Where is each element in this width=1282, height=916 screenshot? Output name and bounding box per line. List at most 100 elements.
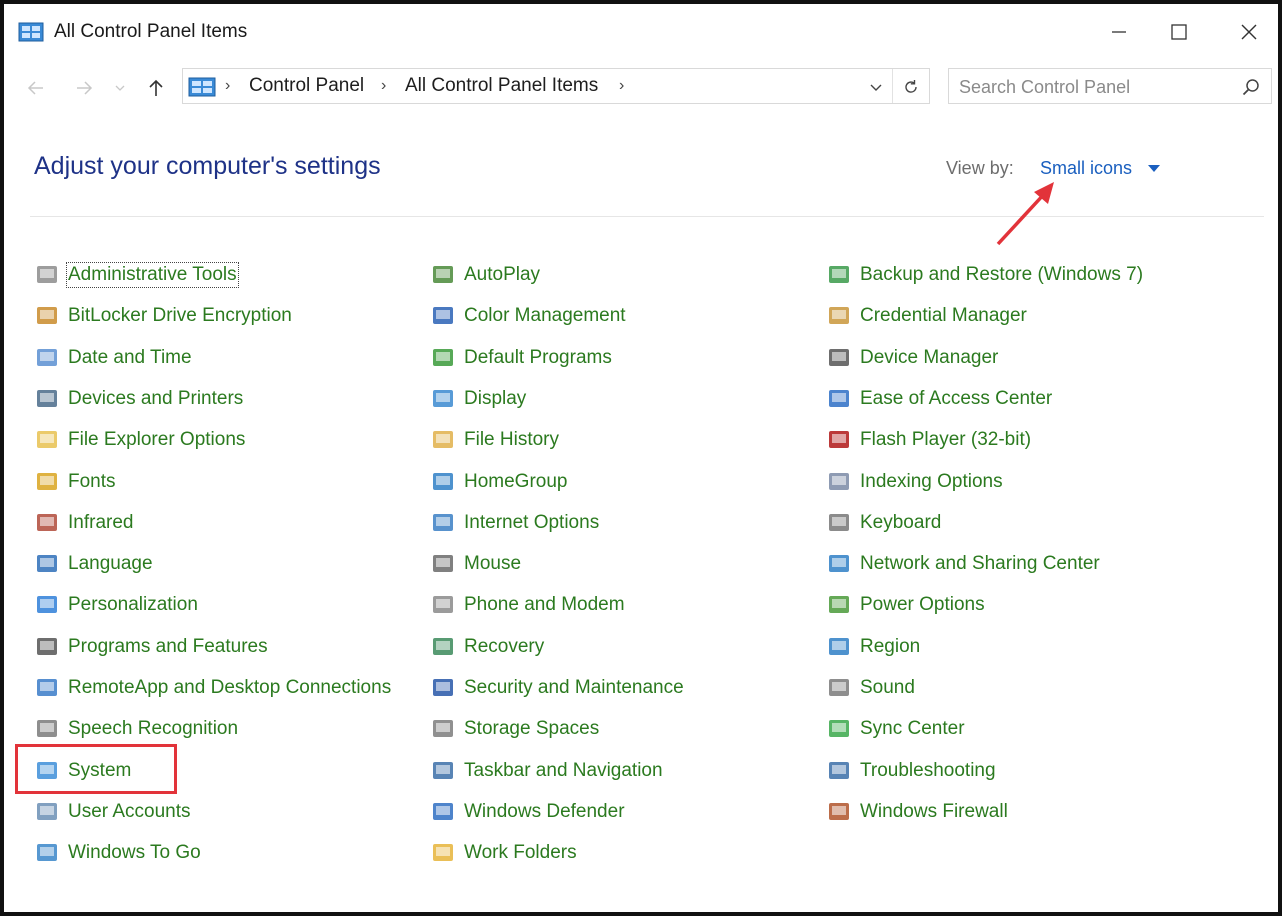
item-label[interactable]: Work Folders [464, 842, 577, 864]
up-button[interactable] [142, 74, 170, 102]
control-panel-item-windows-to-go[interactable]: Windows To Go [34, 838, 201, 868]
item-label[interactable]: Backup and Restore (Windows 7) [860, 264, 1143, 286]
control-panel-item-homegroup[interactable]: HomeGroup [430, 467, 568, 497]
item-label[interactable]: Personalization [68, 594, 198, 616]
item-label[interactable]: Keyboard [860, 512, 941, 534]
refresh-button[interactable] [899, 75, 923, 99]
item-label[interactable]: Fonts [68, 471, 116, 493]
control-panel-item-internet-options[interactable]: Internet Options [430, 508, 599, 538]
item-label[interactable]: Mouse [464, 553, 521, 575]
close-button[interactable] [1226, 12, 1272, 52]
control-panel-item-programs-and-features[interactable]: Programs and Features [34, 632, 268, 662]
item-label[interactable]: Speech Recognition [68, 718, 238, 740]
item-label[interactable]: Device Manager [860, 347, 998, 369]
control-panel-item-autoplay[interactable]: AutoPlay [430, 260, 540, 290]
control-panel-item-ease-of-access-center[interactable]: Ease of Access Center [826, 384, 1052, 414]
item-label[interactable]: Indexing Options [860, 471, 1003, 493]
item-label[interactable]: Sound [860, 677, 915, 699]
control-panel-item-user-accounts[interactable]: User Accounts [34, 797, 191, 827]
item-label[interactable]: Ease of Access Center [860, 388, 1052, 410]
control-panel-item-backup-and-restore-windows-7[interactable]: Backup and Restore (Windows 7) [826, 260, 1143, 290]
control-panel-item-network-and-sharing-center[interactable]: Network and Sharing Center [826, 549, 1100, 579]
item-label[interactable]: Taskbar and Navigation [464, 760, 663, 782]
control-panel-item-remoteapp-and-desktop-connections[interactable]: RemoteApp and Desktop Connections [34, 673, 391, 703]
control-panel-item-indexing-options[interactable]: Indexing Options [826, 467, 1003, 497]
control-panel-item-taskbar-and-navigation[interactable]: Taskbar and Navigation [430, 756, 663, 786]
item-label[interactable]: Date and Time [68, 347, 192, 369]
control-panel-item-troubleshooting[interactable]: Troubleshooting [826, 756, 996, 786]
minimize-button[interactable] [1096, 12, 1142, 52]
item-label[interactable]: Devices and Printers [68, 388, 243, 410]
breadcrumb-separator[interactable]: › [225, 77, 230, 95]
control-panel-item-color-management[interactable]: Color Management [430, 301, 626, 331]
item-label[interactable]: Display [464, 388, 526, 410]
control-panel-item-personalization[interactable]: Personalization [34, 590, 198, 620]
chevron-down-icon[interactable] [867, 78, 885, 96]
item-label[interactable]: File Explorer Options [68, 429, 245, 451]
item-label[interactable]: Security and Maintenance [464, 677, 684, 699]
item-label[interactable]: Phone and Modem [464, 594, 625, 616]
control-panel-item-default-programs[interactable]: Default Programs [430, 343, 612, 373]
control-panel-item-speech-recognition[interactable]: Speech Recognition [34, 714, 238, 744]
control-panel-item-device-manager[interactable]: Device Manager [826, 343, 998, 373]
control-panel-item-windows-firewall[interactable]: Windows Firewall [826, 797, 1008, 827]
control-panel-item-sync-center[interactable]: Sync Center [826, 714, 965, 744]
item-label[interactable]: HomeGroup [464, 471, 568, 493]
item-label[interactable]: Recovery [464, 636, 544, 658]
caret-down-icon[interactable] [1148, 165, 1160, 172]
control-panel-item-keyboard[interactable]: Keyboard [826, 508, 941, 538]
item-label[interactable]: AutoPlay [464, 264, 540, 286]
item-label[interactable]: Windows To Go [68, 842, 201, 864]
control-panel-item-administrative-tools[interactable]: Administrative Tools [34, 260, 239, 290]
item-label[interactable]: Troubleshooting [860, 760, 996, 782]
control-panel-item-bitlocker-drive-encryption[interactable]: BitLocker Drive Encryption [34, 301, 292, 331]
control-panel-item-fonts[interactable]: Fonts [34, 467, 116, 497]
item-label[interactable]: User Accounts [68, 801, 191, 823]
item-label[interactable]: Storage Spaces [464, 718, 599, 740]
control-panel-item-sound[interactable]: Sound [826, 673, 915, 703]
item-label[interactable]: Power Options [860, 594, 985, 616]
item-label[interactable]: Default Programs [464, 347, 612, 369]
item-label[interactable]: Internet Options [464, 512, 599, 534]
item-label[interactable]: Language [68, 553, 153, 575]
control-panel-item-file-explorer-options[interactable]: File Explorer Options [34, 425, 245, 455]
breadcrumb-control-panel[interactable]: Control Panel [249, 75, 364, 97]
forward-button[interactable] [70, 74, 98, 102]
item-label[interactable]: Color Management [464, 305, 626, 327]
item-label[interactable]: Credential Manager [860, 305, 1027, 327]
control-panel-item-language[interactable]: Language [34, 549, 153, 579]
control-panel-item-infrared[interactable]: Infrared [34, 508, 133, 538]
control-panel-item-storage-spaces[interactable]: Storage Spaces [430, 714, 599, 744]
item-label[interactable]: Windows Firewall [860, 801, 1008, 823]
control-panel-item-devices-and-printers[interactable]: Devices and Printers [34, 384, 243, 414]
address-bar[interactable]: › Control Panel › All Control Panel Item… [182, 68, 930, 104]
control-panel-item-security-and-maintenance[interactable]: Security and Maintenance [430, 673, 684, 703]
item-label[interactable]: Infrared [68, 512, 133, 534]
control-panel-item-date-and-time[interactable]: Date and Time [34, 343, 192, 373]
search-input[interactable] [959, 75, 1229, 99]
view-by-dropdown[interactable]: Small icons [1040, 158, 1132, 179]
control-panel-item-windows-defender[interactable]: Windows Defender [430, 797, 625, 827]
maximize-button[interactable] [1156, 12, 1202, 52]
control-panel-item-mouse[interactable]: Mouse [430, 549, 521, 579]
breadcrumb-all-items[interactable]: All Control Panel Items [405, 75, 598, 97]
item-label[interactable]: Sync Center [860, 718, 965, 740]
breadcrumb-separator[interactable]: › [619, 77, 624, 95]
item-label[interactable]: File History [464, 429, 559, 451]
item-label[interactable]: Flash Player (32-bit) [860, 429, 1031, 451]
item-label[interactable]: Programs and Features [68, 636, 268, 658]
control-panel-item-power-options[interactable]: Power Options [826, 590, 985, 620]
item-label[interactable]: Region [860, 636, 920, 658]
search-icon[interactable] [1241, 77, 1261, 97]
control-panel-item-display[interactable]: Display [430, 384, 526, 414]
control-panel-item-work-folders[interactable]: Work Folders [430, 838, 577, 868]
item-label[interactable]: RemoteApp and Desktop Connections [68, 677, 391, 699]
control-panel-item-recovery[interactable]: Recovery [430, 632, 544, 662]
control-panel-item-file-history[interactable]: File History [430, 425, 559, 455]
control-panel-item-phone-and-modem[interactable]: Phone and Modem [430, 590, 625, 620]
item-label[interactable]: Administrative Tools [66, 262, 239, 288]
item-label[interactable]: Windows Defender [464, 801, 625, 823]
breadcrumb-separator[interactable]: › [381, 77, 386, 95]
item-label[interactable]: Network and Sharing Center [860, 553, 1100, 575]
control-panel-item-flash-player-32-bit[interactable]: Flash Player (32-bit) [826, 425, 1031, 455]
